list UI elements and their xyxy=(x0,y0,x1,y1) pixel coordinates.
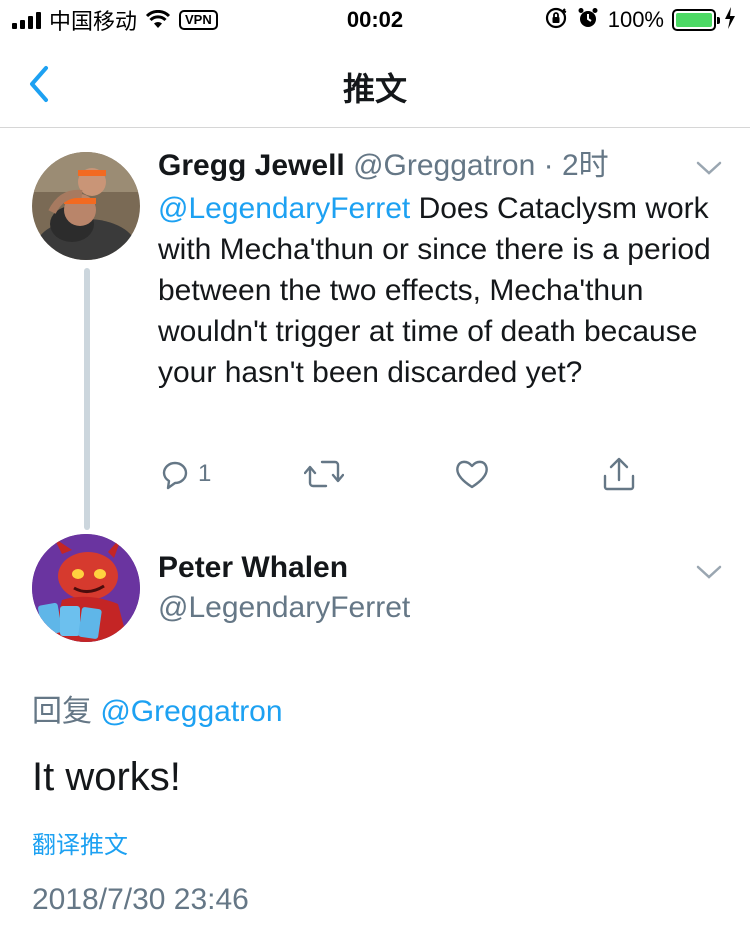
share-icon xyxy=(603,457,635,491)
share-button[interactable] xyxy=(602,454,636,494)
reply-prefix: 回复 xyxy=(32,694,92,729)
focus-author-handle[interactable]: @LegendaryFerret xyxy=(158,588,410,628)
author-handle[interactable]: @Greggatron xyxy=(353,149,535,182)
replying-to: 回复 @Greggatron xyxy=(32,692,283,732)
parent-tweet-header: Gregg Jewell @Greggatron · 2时 xyxy=(158,146,609,186)
like-button[interactable] xyxy=(454,454,490,494)
status-right: 100% xyxy=(544,6,736,34)
focus-tweet-text: It works! xyxy=(32,755,181,799)
translate-tweet-link[interactable]: 翻译推文 xyxy=(32,828,128,862)
reply-button[interactable]: 1 xyxy=(158,454,211,494)
alarm-icon xyxy=(576,6,600,35)
parent-tweet-text: @LegendaryFerret Does Cataclysm work wit… xyxy=(158,188,728,393)
reply-count: 1 xyxy=(198,460,212,487)
tweet-timestamp: 2018/7/30 23:46 xyxy=(32,883,249,916)
page-title: 推文 xyxy=(342,70,407,108)
tweet-menu-button-focus[interactable] xyxy=(694,562,724,582)
meta-separator: · xyxy=(543,149,554,182)
thread-connector xyxy=(84,268,90,530)
retweet-button[interactable] xyxy=(304,454,344,494)
mention-link[interactable]: @LegendaryFerret xyxy=(158,192,410,225)
avatar-peter[interactable] xyxy=(32,534,140,642)
nav-bar: 推文 xyxy=(0,40,750,128)
charging-icon xyxy=(724,6,736,34)
battery-percent: 100% xyxy=(607,7,664,32)
chevron-down-icon xyxy=(696,161,722,175)
chevron-down-icon xyxy=(696,565,722,579)
reply-mention-link[interactable]: @Greggatron xyxy=(100,695,282,728)
reply-icon xyxy=(162,461,188,490)
tweet-actions: 1 xyxy=(158,454,658,494)
like-icon xyxy=(456,460,488,489)
tweet-menu-button[interactable] xyxy=(694,158,724,178)
status-bar: 中国移动 VPN 00:02 100% xyxy=(0,0,750,40)
tweet-time: 2时 xyxy=(562,149,609,182)
avatar-gregg[interactable] xyxy=(32,152,140,260)
retweet-icon xyxy=(304,460,344,488)
orientation-lock-icon xyxy=(544,6,568,35)
focus-author-name[interactable]: Peter Whalen xyxy=(158,548,348,588)
author-name[interactable]: Gregg Jewell xyxy=(158,149,345,182)
battery-icon xyxy=(672,9,720,31)
